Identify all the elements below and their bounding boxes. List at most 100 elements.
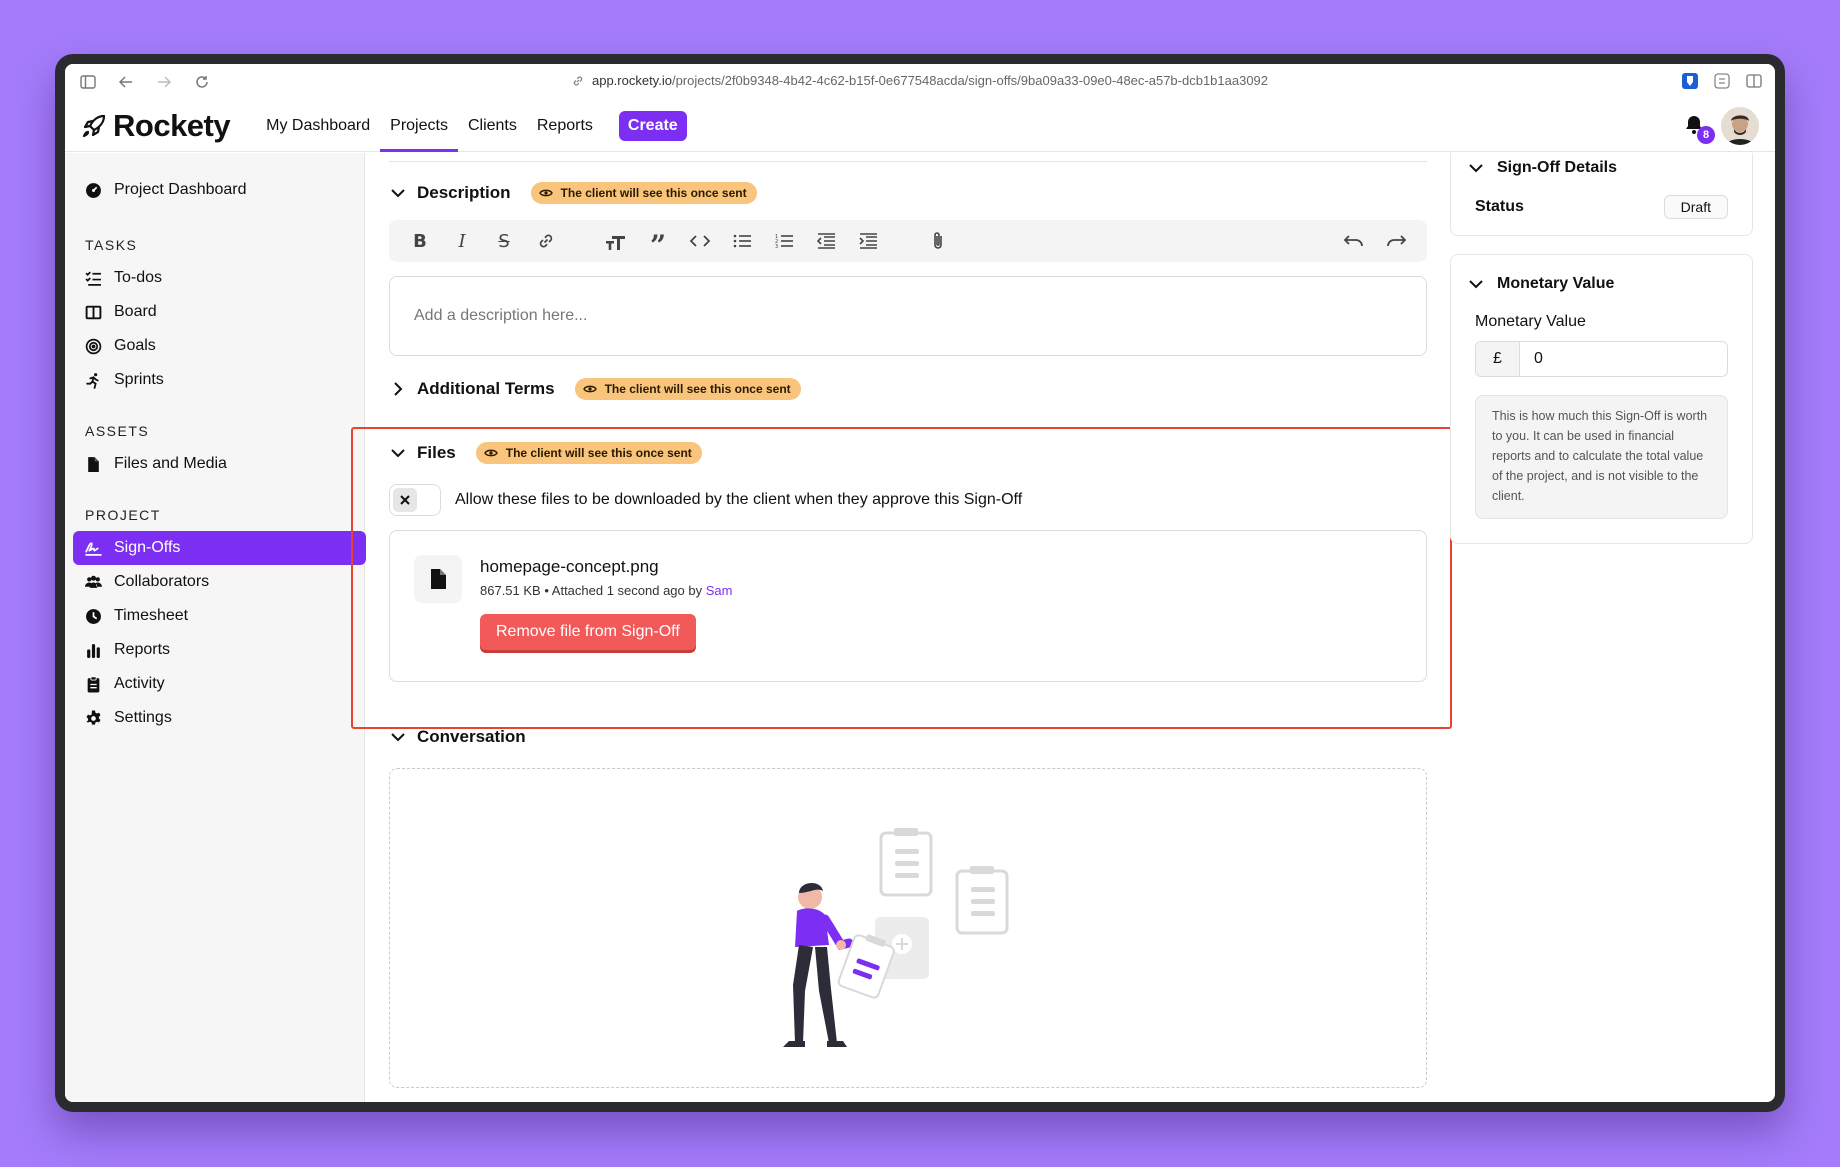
quote-button[interactable]: ”	[637, 220, 679, 262]
sidebar-item-label: Goals	[114, 337, 156, 354]
italic-button[interactable]: I	[441, 220, 483, 262]
main-nav: My Dashboard Projects Clients Reports	[256, 100, 603, 152]
monetary-value-input[interactable]: 0	[1520, 342, 1727, 376]
numbered-list-button[interactable]: 123	[763, 220, 805, 262]
code-button[interactable]	[679, 220, 721, 262]
nav-clients[interactable]: Clients	[458, 100, 527, 151]
sidebar-item-label: Collaborators	[114, 573, 210, 590]
status-label: Status	[1475, 198, 1524, 215]
sidebar-item-sign-offs[interactable]: Sign-Offs	[73, 531, 366, 565]
code-icon	[690, 235, 710, 247]
notification-count-badge: 8	[1697, 125, 1715, 144]
sidebar-item-files-and-media[interactable]: Files and Media	[73, 447, 354, 481]
description-editor[interactable]: Add a description here...	[389, 276, 1427, 356]
back-icon[interactable]	[115, 71, 137, 93]
chevron-right-icon	[389, 380, 407, 398]
sidebar-item-project-dashboard[interactable]: Project Dashboard	[73, 173, 354, 207]
forward-icon[interactable]	[153, 71, 175, 93]
monetary-value-header[interactable]: Monetary Value	[1467, 269, 1728, 299]
sign-off-details-panel: Sign-Off Details Status Draft	[1450, 153, 1753, 236]
nav-reports[interactable]: Reports	[527, 100, 603, 151]
chevron-down-icon	[1467, 159, 1485, 177]
monetary-value-label: Monetary Value	[1475, 313, 1586, 330]
attach-button[interactable]	[917, 220, 959, 262]
sidebar-item-todos[interactable]: To-dos	[73, 261, 354, 295]
dashboard-icon	[86, 182, 101, 198]
sidebar-item-reports[interactable]: Reports	[73, 633, 354, 667]
chevron-down-icon	[1467, 275, 1485, 293]
link-button[interactable]	[525, 220, 567, 262]
nav-projects[interactable]: Projects	[380, 100, 458, 152]
sidebar-item-label: To-dos	[114, 269, 163, 286]
browser-toolbar: app.rockety.io/projects/2f0b9348-4b42-4c…	[65, 64, 1775, 100]
rocket-icon	[82, 114, 106, 137]
rockety-logo[interactable]: Rockety	[81, 107, 231, 144]
strikethrough-button[interactable]: S	[483, 220, 525, 262]
reload-icon[interactable]	[191, 71, 213, 93]
browser-screen: app.rockety.io/projects/2f0b9348-4b42-4c…	[65, 64, 1775, 1102]
divider	[389, 161, 1427, 162]
logo-text: Rockety	[113, 107, 231, 143]
description-placeholder: Add a description here...	[414, 307, 588, 324]
client-visible-badge: The client will see this once sent	[574, 378, 801, 400]
status-badge: Draft	[1663, 195, 1728, 219]
sidebar-item-label: Sprints	[114, 371, 164, 388]
sidebar-item-timesheet[interactable]: Timesheet	[73, 599, 354, 633]
url-host: app.rockety.io	[591, 73, 672, 88]
running-icon	[86, 372, 99, 389]
right-panel: Sign-Off Details Status Draft Monetary V…	[1450, 153, 1775, 1102]
sign-off-details-header[interactable]: Sign-Off Details	[1467, 153, 1728, 183]
sidebar-item-label: Board	[114, 303, 157, 320]
currency-symbol: £	[1476, 342, 1520, 376]
badge-label: The client will see this once sent	[560, 186, 747, 200]
main-content: Description The client will see this onc…	[351, 153, 1452, 1102]
additional-terms-section-header[interactable]: Additional Terms The client will see thi…	[389, 372, 1450, 406]
sidebar-item-goals[interactable]: Goals	[73, 329, 354, 363]
sidebar-toggle-icon[interactable]	[77, 71, 99, 93]
indent-button[interactable]	[847, 220, 889, 262]
sidebar-item-sprints[interactable]: Sprints	[73, 363, 354, 397]
svg-text:3: 3	[775, 244, 778, 249]
monetary-value-help: This is how much this Sign-Off is worth …	[1475, 395, 1728, 519]
allow-download-toggle[interactable]	[389, 484, 441, 516]
redo-button[interactable]	[1375, 220, 1417, 262]
sidebar-item-board[interactable]: Board	[73, 295, 354, 329]
bar-chart-icon	[87, 643, 100, 658]
sidebar-item-label: Project Dashboard	[114, 181, 247, 198]
create-button[interactable]: Create	[618, 110, 687, 141]
extension-icon[interactable]	[1713, 72, 1731, 93]
section-title: Conversation	[417, 727, 526, 746]
address-bar[interactable]: app.rockety.io/projects/2f0b9348-4b42-4c…	[572, 73, 1268, 88]
password-manager-icon[interactable]	[1681, 72, 1699, 93]
sidebar-item-settings[interactable]: Settings	[73, 701, 354, 735]
sidebar-item-label: Files and Media	[114, 455, 227, 472]
monetary-value-field[interactable]: £ 0	[1475, 341, 1728, 377]
sidebar-item-collaborators[interactable]: Collaborators	[73, 565, 354, 599]
text-size-button[interactable]	[595, 220, 637, 262]
link-icon	[539, 234, 553, 248]
sidebar-item-activity[interactable]: Activity	[73, 667, 354, 701]
sidebar-item-label: Activity	[114, 675, 165, 692]
section-title: Additional Terms	[417, 379, 555, 398]
sidebar-item-label: Sign-Offs	[114, 539, 181, 556]
user-avatar[interactable]	[1721, 106, 1759, 145]
undo-icon	[1344, 235, 1363, 247]
outdent-button[interactable]	[805, 220, 847, 262]
bullet-list-button[interactable]	[721, 220, 763, 262]
text-size-icon	[606, 236, 625, 250]
sidebar-item-label: Reports	[114, 641, 171, 658]
conversation-empty-state	[389, 768, 1427, 1088]
paperclip-icon	[934, 232, 942, 249]
split-view-icon[interactable]	[1745, 72, 1763, 93]
close-icon	[393, 488, 417, 512]
panel-title: Sign-Off Details	[1497, 159, 1618, 176]
url-path: /projects/2f0b9348-4b42-4c62-b15f-0e6775…	[671, 73, 1269, 88]
sidebar-item-label: Timesheet	[114, 607, 189, 624]
notifications-button[interactable]: 8	[1683, 114, 1715, 144]
editor-toolbar: B I S ” 123	[389, 220, 1427, 262]
bold-button[interactable]: B	[399, 220, 441, 262]
undo-button[interactable]	[1333, 220, 1375, 262]
description-section-header[interactable]: Description The client will see this onc…	[389, 176, 1450, 210]
nav-my-dashboard[interactable]: My Dashboard	[256, 100, 380, 151]
sidebar-section-project: PROJECT	[85, 507, 161, 523]
